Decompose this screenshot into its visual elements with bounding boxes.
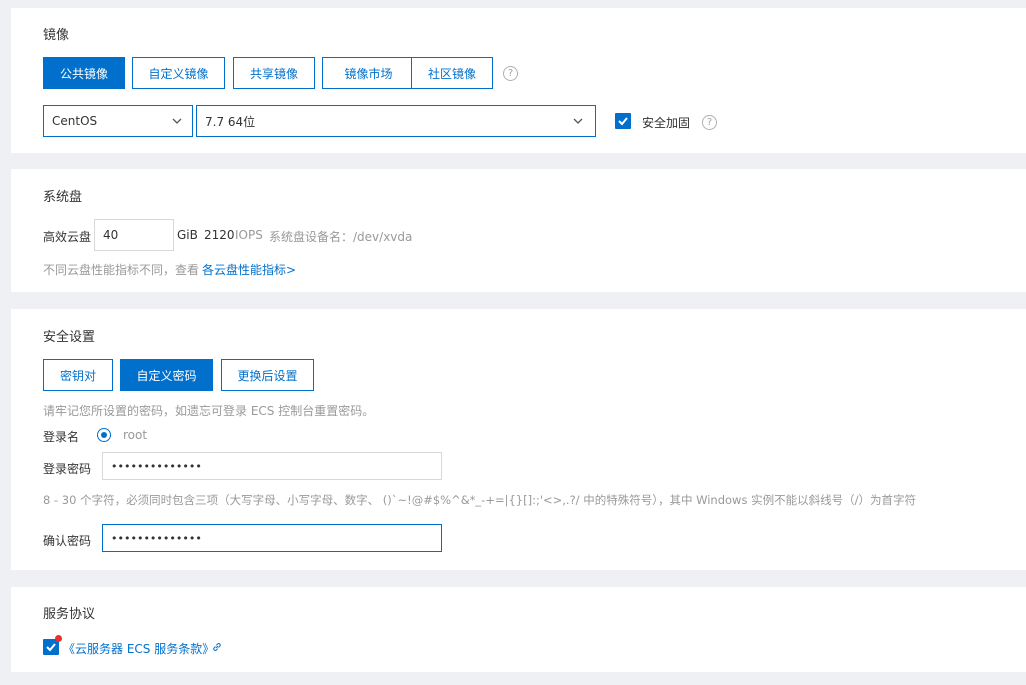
security-title: 安全设置 — [43, 330, 96, 345]
hardening-checkbox[interactable] — [615, 113, 631, 129]
link-icon[interactable] — [211, 641, 223, 653]
required-dot-icon — [55, 635, 62, 642]
disk-performance-link[interactable]: 各云盘性能指标> — [202, 261, 296, 278]
confirm-password-label: 确认密码 — [43, 534, 92, 548]
disk-size-input[interactable]: 40 — [94, 219, 174, 251]
disk-unit: GiB — [177, 228, 198, 242]
check-icon — [618, 117, 628, 126]
version-select-value: 7.7 64位 — [205, 114, 256, 129]
chevron-down-icon — [573, 118, 583, 124]
password-input[interactable]: •••••••••••••• — [102, 452, 442, 480]
disk-hint: 不同云盘性能指标不同，查看 — [43, 263, 200, 277]
tab-shared-image[interactable]: 共享镜像 — [233, 57, 315, 89]
chevron-down-icon — [172, 118, 182, 124]
tab-custom-password[interactable]: 自定义密码 — [120, 359, 213, 391]
version-select[interactable]: 7.7 64位 — [196, 105, 596, 137]
agreement-link[interactable]: 《云服务器 ECS 服务条款》 — [63, 640, 214, 657]
tab-custom-image[interactable]: 自定义镜像 — [132, 57, 225, 89]
tab-set-later[interactable]: 更换后设置 — [221, 359, 314, 391]
login-name-value: root — [123, 428, 148, 442]
hardening-help-icon[interactable]: ? — [702, 115, 717, 130]
os-select[interactable]: CentOS — [43, 105, 193, 137]
tab-public-image[interactable]: 公共镜像 — [43, 57, 125, 89]
login-name-label: 登录名 — [43, 430, 80, 444]
login-name-radio[interactable] — [97, 428, 111, 442]
device-name-label: 系统盘设备名：/dev/xvda — [269, 230, 413, 244]
disk-type-label: 高效云盘 — [43, 230, 92, 244]
iops-value: 2120 — [204, 228, 235, 242]
password-notice: 请牢记您所设置的密码，如遗忘可登录 ECS 控制台重置密码。 — [43, 404, 375, 418]
system-disk-panel: 系统盘 高效云盘 40 GiB 2120 IOPS 系统盘设备名：/dev/xv… — [11, 169, 1026, 292]
security-panel: 安全设置 密钥对 自定义密码 更换后设置 请牢记您所设置的密码，如遗忘可登录 E… — [11, 309, 1026, 570]
image-section-title: 镜像 — [43, 28, 70, 43]
tab-key-pair[interactable]: 密钥对 — [43, 359, 113, 391]
tab-community-image[interactable]: 社区镜像 — [411, 57, 493, 89]
confirm-password-input[interactable]: •••••••••••••• — [102, 524, 442, 552]
image-help-icon[interactable]: ? — [503, 66, 518, 81]
system-disk-title: 系统盘 — [43, 190, 83, 205]
iops-label: IOPS — [235, 228, 263, 242]
password-label: 登录密码 — [43, 462, 92, 476]
image-panel: 镜像 公共镜像 自定义镜像 共享镜像 镜像市场 社区镜像 ? CentOS 7.… — [11, 8, 1026, 153]
os-select-value: CentOS — [52, 114, 98, 128]
password-rule: 8 - 30 个字符，必须同时包含三项（大写字母、小写字母、数字、 ()`~!@… — [43, 493, 916, 507]
hardening-label: 安全加固 — [642, 116, 691, 130]
agreement-panel: 服务协议 《云服务器 ECS 服务条款》 — [11, 587, 1026, 672]
agreement-title: 服务协议 — [43, 607, 96, 622]
tab-image-market[interactable]: 镜像市场 — [322, 57, 415, 89]
check-icon — [46, 643, 56, 652]
